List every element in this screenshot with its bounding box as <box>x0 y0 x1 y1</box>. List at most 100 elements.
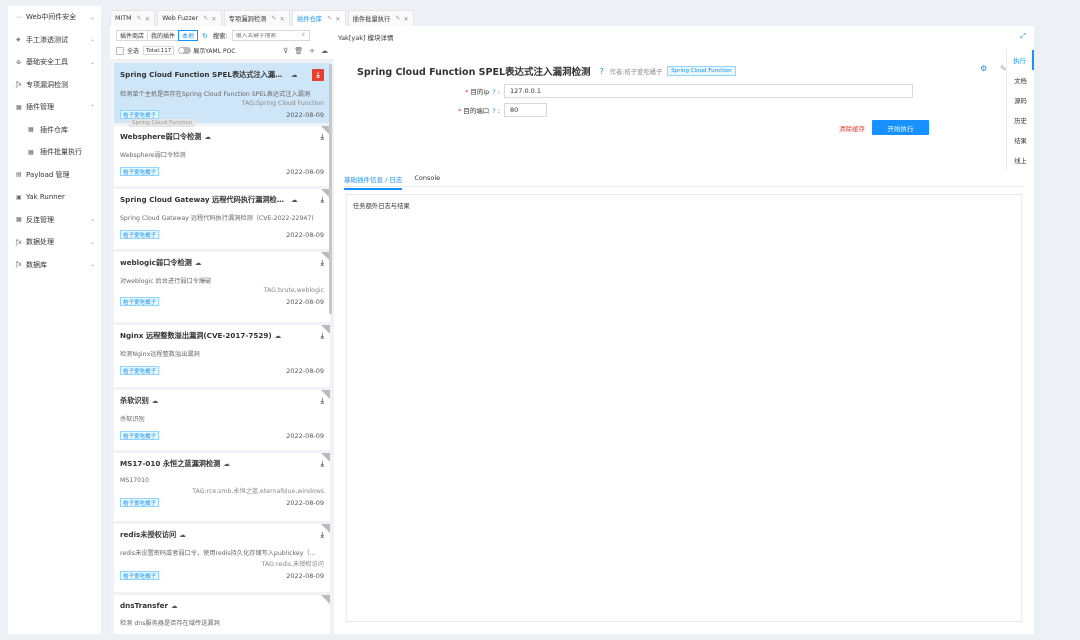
plugin-card-footer: 桔子爱吃橘子 2022-08-09 <box>120 167 324 176</box>
plugin-card-desc: 杀软识别 <box>120 416 145 423</box>
side-tab-2[interactable]: 源码 <box>1007 90 1034 110</box>
download-icon[interactable]: ⤓ <box>312 69 324 81</box>
plugin-card-tags: TAG:Spring Cloud Function <box>241 100 324 107</box>
sidebar-subitem-1[interactable]: ▦ 插件批量执行 <box>8 141 101 164</box>
target-port-input[interactable]: 80 <box>504 103 547 117</box>
yaml-toggle[interactable] <box>178 47 192 54</box>
log-panel: 任务额外日志与结果 <box>346 194 1022 622</box>
chevron-icon[interactable]: ⌄ <box>90 239 95 246</box>
sidebar-item-3[interactable]: ƒx 数据处理 ⌄ <box>8 231 101 254</box>
sidebar-item-2[interactable]: ⊕ 基础安全工具 ⌄ <box>8 51 101 74</box>
close-icon[interactable]: ✕ <box>211 15 216 23</box>
plugin-date: 2022-08-09 <box>286 431 324 440</box>
close-icon[interactable]: ✕ <box>145 15 150 23</box>
yaml-toggle-label: 展示YAML POC <box>193 48 236 55</box>
plugin-card[interactable]: dnsTransfer ☁ 检测 dns服务器是否存在域传送漏洞 <box>114 595 330 634</box>
plugin-card[interactable]: Nginx 远程整数溢出漏洞(CVE-2017-7529) ☁ ⤓ 检测Nginx远程… <box>114 325 330 387</box>
edit-icon[interactable]: ✎ <box>327 15 332 22</box>
help-icon[interactable]: ? <box>492 88 495 96</box>
sidebar-subitem-0[interactable]: ▦ 插件仓库 <box>8 119 101 142</box>
plugin-date: 2022-08-09 <box>286 571 324 580</box>
tab-2[interactable]: 专项漏洞检测 ✎ ✕ <box>223 10 290 26</box>
cloud-icon: ☁ <box>179 531 186 539</box>
seg-my-plugins[interactable]: 我的插件 <box>147 30 180 41</box>
detail-title: Spring Cloud Function SPEL表达式注入漏洞检测 <box>357 67 591 78</box>
edit-icon[interactable]: ✎ <box>137 15 142 22</box>
side-tab-5[interactable]: 线上 <box>1007 150 1034 170</box>
search-icon[interactable]: ⌕ <box>302 32 305 39</box>
seg-local[interactable]: 本地 <box>178 30 199 41</box>
plugin-card[interactable]: MS17-010 永恒之蓝漏洞检测 ☁ ⤓ MS17010 TAG:rce,smb,永恒… <box>114 453 330 521</box>
fullscreen-icon[interactable]: ⤢ <box>1020 32 1026 41</box>
target-icon: ◈ <box>16 36 21 44</box>
main-area: 插件商店 我的插件 本地 ↻ 搜索: ⌕ 全选 Total:117 展示YAML… <box>110 26 1034 634</box>
plugin-card[interactable]: 杀软识别 ☁ ⤓ 杀软识别 桔子爱吃橘子 2022-08-09 <box>114 390 330 450</box>
tab-1[interactable]: Web Fuzzer ✎ ✕ <box>157 10 222 26</box>
search-input[interactable] <box>235 32 302 39</box>
sidebar-item-4[interactable]: ▦ 插件管理 ⌃ <box>8 96 101 119</box>
chevron-icon[interactable]: ⌄ <box>90 216 95 223</box>
plugin-card-title-row: dnsTransfer ☁ <box>120 601 324 610</box>
card-corner-marker <box>321 453 330 462</box>
cloud-sync-icon[interactable]: ☁ <box>321 47 328 55</box>
edit-icon[interactable]: ✎ <box>1000 64 1007 73</box>
edit-icon[interactable]: ✎ <box>203 15 208 22</box>
help-icon[interactable]: ? <box>492 107 495 115</box>
help-icon[interactable]: ? <box>600 67 604 76</box>
run-button[interactable]: 开始执行 <box>872 120 929 135</box>
chevron-icon[interactable]: ⌄ <box>90 36 95 43</box>
close-icon[interactable]: ✕ <box>403 15 408 23</box>
refresh-icon[interactable]: ↻ <box>202 32 208 40</box>
edit-icon[interactable]: ✎ <box>395 15 400 22</box>
database-icon: ▤ <box>16 171 22 179</box>
delete-icon[interactable]: 🗑 <box>294 47 303 55</box>
plugin-card[interactable]: redis未授权访问 ☁ ⤓ redis未设置密码或者弱口令，使用redis持久化存储… <box>114 524 330 592</box>
plugin-card-desc: Websphere弱口令检测 <box>120 152 186 159</box>
side-tab-0[interactable]: 执行 <box>1007 50 1034 70</box>
settings-icon[interactable]: ⚙ <box>980 64 987 73</box>
tab-log[interactable]: 基础插件信息 / 日志 <box>344 174 403 190</box>
seg-plugin-store[interactable]: 插件商店 <box>116 30 149 41</box>
chevron-icon[interactable]: ⌄ <box>90 14 95 21</box>
close-icon[interactable]: ✕ <box>279 15 284 23</box>
close-icon[interactable]: ✕ <box>335 15 340 23</box>
side-tab-3[interactable]: 历史 <box>1007 110 1034 130</box>
sidebar-item-3[interactable]: ƒx 专项漏洞检测 <box>8 74 101 97</box>
side-tab-4[interactable]: 结果 <box>1007 130 1034 150</box>
filter-icon[interactable]: ⊽ <box>283 47 288 55</box>
scrollbar[interactable] <box>329 64 332 314</box>
tab-4[interactable]: 插件批量执行 ✎ ✕ <box>347 10 414 26</box>
plugin-date: 2022-08-09 <box>286 297 324 306</box>
tab-3[interactable]: 插件仓库 ✎ ✕ <box>291 10 346 26</box>
sidebar-item-4[interactable]: ƒx 数据库 ⌄ <box>8 254 101 277</box>
plugin-card-tags: TAG:brute,weblogic <box>263 287 324 294</box>
tab-console[interactable]: Console <box>414 174 440 190</box>
plugin-card-desc: 检测单个主机是否存在Spring Cloud Function SPEL表达式注… <box>120 91 311 98</box>
sidebar-item-1[interactable]: ▣ Yak Runner <box>8 186 101 209</box>
chevron-icon[interactable]: ⌃ <box>90 104 95 111</box>
chevron-icon[interactable]: ⌄ <box>90 59 95 66</box>
tab-0[interactable]: MITM ✎ ✕ <box>110 10 156 26</box>
ellipsis-icon: ⋯ <box>16 13 22 21</box>
sidebar-item-0[interactable]: ⋯ Web中间件安全 ⌄ <box>8 6 101 29</box>
sidebar-item-0[interactable]: ▤ Payload 管理 <box>8 164 101 187</box>
plugin-card-title: redis未授权访问 <box>120 530 177 539</box>
edit-icon[interactable]: ✎ <box>271 15 276 22</box>
plugin-card[interactable]: Spring Cloud Function SPEL表达式注入漏洞检测 ☁ ⤓ 检测单… <box>114 63 330 123</box>
select-all-checkbox[interactable] <box>116 46 124 55</box>
side-tab-1[interactable]: 文档 <box>1007 70 1034 90</box>
plugin-card[interactable]: Spring Cloud Gateway 远程代码执行漏洞检测（C... ☁ ⤓ Sp… <box>114 189 330 249</box>
clear-cache-link[interactable]: 清除缓存 <box>839 123 865 133</box>
plugin-card[interactable]: Websphere弱口令检测 ☁ ⤓ Websphere弱口令检测 桔子爱吃橘子 2022… <box>114 126 330 186</box>
search-box[interactable]: ⌕ <box>231 30 310 41</box>
plugin-card[interactable]: weblogic弱口令检测 ☁ ⤓ 对weblogic 后台进行弱口令爆破 TAG:br… <box>114 252 330 322</box>
sidebar-item-1[interactable]: ◈ 手工渗透测试 ⌄ <box>8 29 101 52</box>
target-ip-input[interactable]: 127.0.0.1 <box>504 84 913 98</box>
plugin-detail-panel: Yak[yak] 模块详情 ⤢ 执行 文档 源码 历史 结果 线上 Spring Clou… <box>336 26 1034 634</box>
add-icon[interactable]: + <box>309 47 315 55</box>
sidebar-item-label: Web中间件安全 <box>26 13 77 22</box>
sidebar-item-2[interactable]: ▦ 反连管理 ⌄ <box>8 209 101 232</box>
chevron-icon[interactable]: ⌄ <box>90 261 95 268</box>
tab-label: 专项漏洞检测 <box>228 16 267 23</box>
sidebar-item-label: 插件管理 <box>26 103 54 112</box>
